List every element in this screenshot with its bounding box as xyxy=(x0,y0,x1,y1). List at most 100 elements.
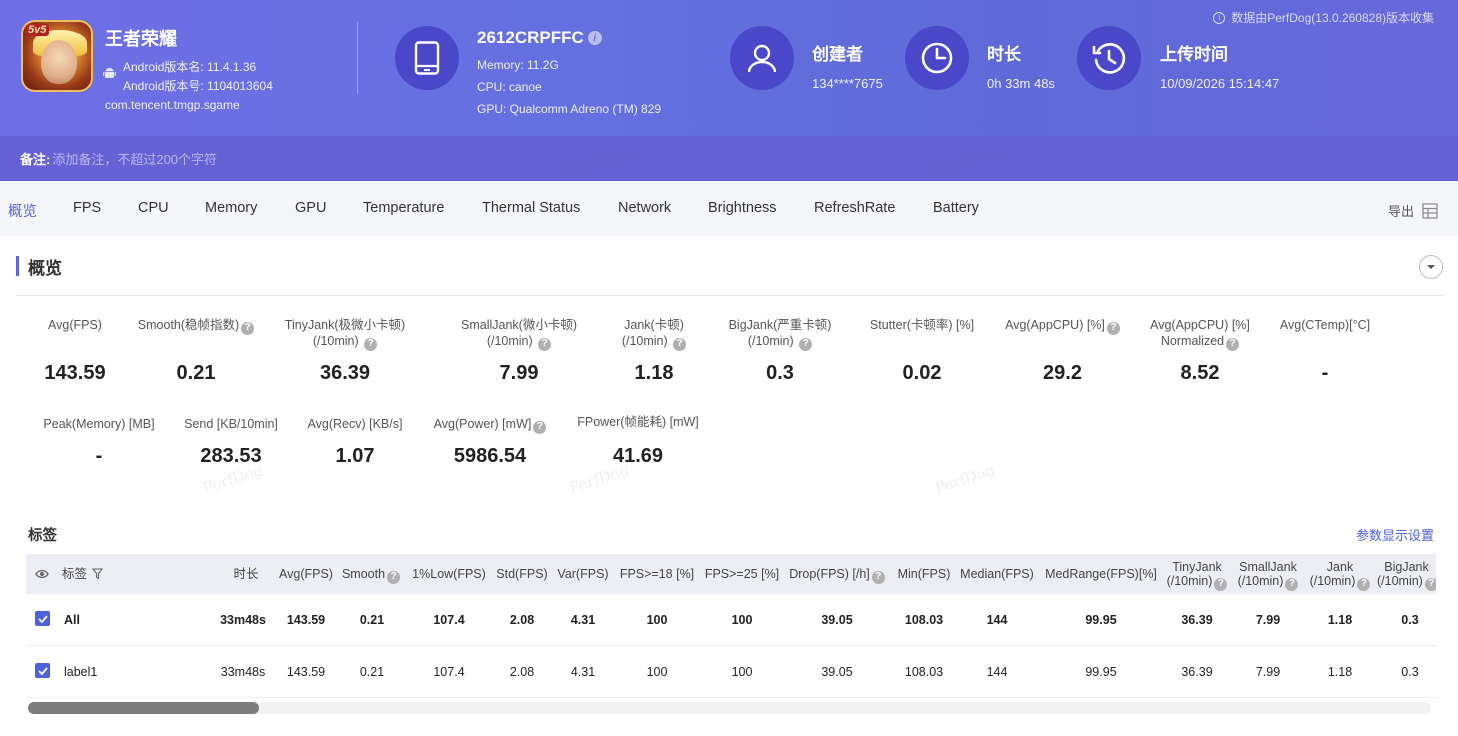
help-icon[interactable]: ? xyxy=(1214,577,1228,591)
table-cell: 107.4 xyxy=(433,613,465,627)
column-header-text: BigJank xyxy=(1384,560,1429,574)
tab-cpu[interactable]: CPU xyxy=(138,200,169,216)
tab-battery[interactable]: Battery xyxy=(933,200,979,216)
overview-title: 概览 xyxy=(28,258,62,278)
column-header-fps-ge-18[interactable]: FPS>=18 [%] xyxy=(618,567,696,581)
row-checkbox[interactable] xyxy=(35,663,50,678)
column-header-smalljank[interactable]: SmallJank (/10min)? xyxy=(1234,560,1302,591)
column-header-std-fps[interactable]: Std(FPS) xyxy=(492,567,552,581)
tab-brightness[interactable]: Brightness xyxy=(708,200,777,216)
column-header-var-fps[interactable]: Var(FPS) xyxy=(553,567,613,581)
stat-label: Normalized? xyxy=(1140,333,1260,351)
help-icon[interactable]: ? xyxy=(1226,337,1240,351)
export-button[interactable]: 导出 xyxy=(1388,201,1438,220)
column-header-subtext: (/10min)? xyxy=(1234,574,1302,591)
horizontal-scrollbar[interactable] xyxy=(28,702,1431,714)
stat-label: Send [KB/10min] xyxy=(184,417,278,431)
tab-temperature[interactable]: Temperature xyxy=(363,200,444,216)
help-icon[interactable]: ? xyxy=(799,337,813,351)
stat-value: 5986.54 xyxy=(453,445,527,467)
table-cell: 0.3 xyxy=(1401,613,1419,627)
app-icon: 5v5 xyxy=(21,20,93,92)
tab-fps[interactable]: FPS xyxy=(73,200,101,216)
help-icon[interactable]: ? xyxy=(1106,321,1120,335)
tab-refreshrate[interactable]: RefreshRate xyxy=(814,200,895,216)
help-icon[interactable]: ? xyxy=(533,420,547,434)
tab-gpu[interactable]: GPU xyxy=(295,200,326,216)
column-header-fps-ge-25[interactable]: FPS>=25 [%] xyxy=(703,567,781,581)
tab-network[interactable]: Network xyxy=(618,200,671,216)
clock-icon xyxy=(905,26,969,90)
help-icon[interactable]: ? xyxy=(1357,577,1371,591)
tab-thermal-status[interactable]: Thermal Status xyxy=(482,200,580,216)
checkmark-icon xyxy=(37,666,48,675)
stat-label: Avg(AppCPU) [%]? xyxy=(995,317,1130,335)
export-label: 导出 xyxy=(1387,204,1414,219)
table-cell: 33m48s xyxy=(220,613,266,627)
stat-avg-power: Avg(Power) [mW]? 5986.54 xyxy=(425,416,555,476)
column-header-median-fps[interactable]: Median(FPS) xyxy=(957,567,1037,581)
eye-icon[interactable] xyxy=(35,568,49,580)
help-icon[interactable]: ? xyxy=(538,337,552,351)
stat-smalljank: SmallJank(微小卡顿) (/10min) ? 7.99 xyxy=(444,317,594,387)
device-name-text: 2612CRPFFC xyxy=(477,28,584,47)
table-row: All 33m48s 143.59 0.21 107.4 2.08 4.31 1… xyxy=(26,594,1436,646)
filter-icon[interactable] xyxy=(92,568,103,580)
column-header-text: TinyJank xyxy=(1172,560,1222,574)
stat-value: - xyxy=(1321,362,1329,384)
labels-title: 标签 xyxy=(28,528,57,544)
memo-input[interactable]: 添加备注，不超过200个字符 xyxy=(52,149,217,168)
help-icon[interactable]: ? xyxy=(241,321,255,335)
memo-bar: 备注: 添加备注，不超过200个字符 xyxy=(0,136,1458,181)
table-cell: 99.95 xyxy=(1085,613,1117,627)
device-info-icon[interactable]: i xyxy=(587,31,602,45)
column-header-avg-fps[interactable]: Avg(FPS) xyxy=(274,567,338,581)
scrollbar-thumb[interactable] xyxy=(28,702,259,714)
help-icon[interactable]: ? xyxy=(673,337,687,351)
stat-label: (/10min) ? xyxy=(275,333,415,351)
param-display-settings-link[interactable]: 参数显示设置 xyxy=(1356,525,1434,544)
column-header-unit: (/10min) xyxy=(1166,574,1213,588)
stat-value: 41.69 xyxy=(612,445,664,467)
help-icon[interactable]: ? xyxy=(1285,577,1299,591)
help-icon[interactable]: ? xyxy=(387,570,401,584)
column-header-unit: (/10min) xyxy=(1237,574,1284,588)
help-icon[interactable]: ? xyxy=(364,337,378,351)
table-cell: 39.05 xyxy=(821,665,853,679)
column-header-jank[interactable]: Jank (/10min)? xyxy=(1307,560,1373,591)
user-icon xyxy=(730,26,794,90)
column-header-unit: (/10min) xyxy=(1377,574,1423,588)
tab-memory[interactable]: Memory xyxy=(205,200,257,216)
collapse-button[interactable] xyxy=(1419,255,1443,279)
table-cell: 0.3 xyxy=(1401,665,1419,679)
table-cell: 1.18 xyxy=(1327,665,1353,679)
stat-label: BigJank(严重卡顿) xyxy=(728,318,832,332)
stat-appcpu-normalized: Avg(AppCPU) [%] Normalized? 8.52 xyxy=(1140,317,1260,387)
stat-value: 0.02 xyxy=(902,362,942,384)
table-cell: 33m48s xyxy=(220,665,266,679)
app-version-name: Android版本名: 11.4.1.36 xyxy=(123,60,257,74)
column-header-duration[interactable]: 时长 xyxy=(222,567,270,581)
stat-tinyjank: TinyJank(极微小卡顿) (/10min) ? 36.39 xyxy=(275,317,415,387)
stat-value: 283.53 xyxy=(200,445,262,467)
column-header-bigjank[interactable]: BigJank (/10min)? xyxy=(1377,560,1436,591)
overview-heading: 概览 xyxy=(16,255,62,278)
stat-bigjank: BigJank(严重卡顿) (/10min) ? 0.3 xyxy=(710,317,850,387)
column-header-min-fps[interactable]: Min(FPS) xyxy=(892,567,956,581)
column-header-smooth[interactable]: Smooth? xyxy=(340,567,402,584)
creator-title: 创建者 xyxy=(812,45,863,64)
column-header-1pct-low[interactable]: 1%Low(FPS) xyxy=(409,567,489,581)
help-icon[interactable]: ? xyxy=(871,570,885,584)
column-header-medrange-fps[interactable]: MedRange(FPS)[%] xyxy=(1042,567,1160,581)
row-checkbox[interactable] xyxy=(35,611,50,626)
help-icon[interactable]: ? xyxy=(1424,577,1436,591)
column-header-tinyjank[interactable]: TinyJank (/10min)? xyxy=(1164,560,1230,591)
app-icon-face xyxy=(41,40,77,84)
table-cell: 4.31 xyxy=(570,665,596,679)
table-cell: 144 xyxy=(986,613,1008,627)
table-cell: 39.05 xyxy=(821,613,853,627)
column-header-drop-fps[interactable]: Drop(FPS) [/h]? xyxy=(788,567,886,584)
table-cell-label: label1 xyxy=(64,665,98,679)
tab-overview[interactable]: 概览 xyxy=(8,200,37,221)
table-cell: 107.4 xyxy=(433,665,465,679)
